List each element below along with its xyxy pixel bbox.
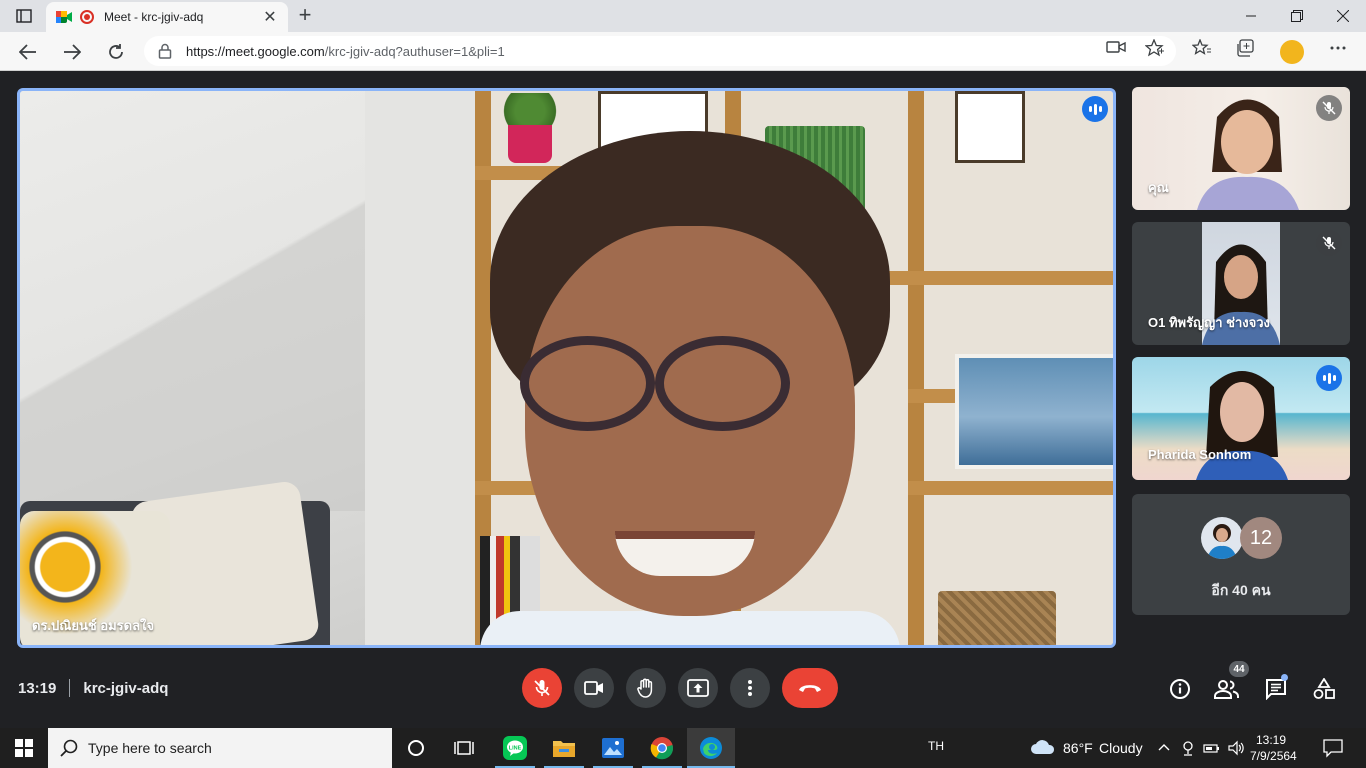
cortana-icon[interactable] <box>392 732 440 764</box>
others-tile[interactable]: 12 อีก 40 คน <box>1132 494 1350 615</box>
task-view-icon[interactable] <box>440 732 488 764</box>
meeting-details-button[interactable] <box>1167 676 1193 702</box>
people-icon <box>1214 680 1239 699</box>
photos-app-icon[interactable] <box>589 732 637 764</box>
participant-tile[interactable]: Pharida Sonhom <box>1132 357 1350 480</box>
address-bar: https://meet.google.com/krc-jgiv-adq?aut… <box>0 32 1366 71</box>
speaking-indicator-icon <box>1316 365 1342 391</box>
clock-time: 13:19 <box>1255 733 1287 747</box>
chevron-up-icon[interactable] <box>1157 740 1171 754</box>
tab-close-icon[interactable]: ✕ <box>262 7 278 27</box>
cloud-icon <box>1030 738 1056 756</box>
browser-tab[interactable]: Meet - krc-jgiv-adq ✕ <box>46 2 288 32</box>
hand-icon <box>637 678 653 698</box>
camera-in-use-icon[interactable] <box>1106 39 1126 57</box>
mic-off-icon <box>534 680 550 696</box>
weather-desc[interactable]: Cloudy <box>1099 740 1143 756</box>
more-options-button[interactable] <box>730 668 770 708</box>
activities-icon <box>1313 678 1335 699</box>
divider <box>69 679 71 697</box>
participant-tile-self[interactable]: คุณ <box>1132 87 1350 210</box>
meeting-info: 13:19 krc-jgiv-adq <box>18 679 168 697</box>
others-count-badge: 12 <box>1240 517 1282 559</box>
url-host: https://meet.google.com <box>186 43 325 59</box>
tab-title: Meet - krc-jgiv-adq <box>104 10 204 24</box>
raise-hand-button[interactable] <box>626 668 666 708</box>
svg-text:LINE: LINE <box>509 746 522 752</box>
webcam-icon[interactable] <box>1181 740 1195 756</box>
add-favorite-icon[interactable] <box>1144 38 1165 57</box>
forward-icon[interactable] <box>58 38 86 66</box>
info-icon <box>1170 679 1190 699</box>
speaking-indicator-icon <box>1082 96 1108 122</box>
search-icon <box>60 739 78 757</box>
collections-icon[interactable] <box>1236 39 1256 57</box>
activities-button[interactable] <box>1311 676 1337 702</box>
mic-off-icon <box>1316 230 1342 256</box>
file-explorer-icon[interactable] <box>540 732 588 764</box>
more-vert-icon <box>748 680 752 696</box>
restore-icon[interactable] <box>1274 0 1320 32</box>
main-speaker-tile[interactable]: ดร.ปณิยนช์ อมรดลใจ <box>17 88 1116 648</box>
main-speaker-name: ดร.ปณิยนช์ อมรดลใจ <box>32 618 155 633</box>
reload-icon[interactable] <box>102 38 130 66</box>
others-label: อีก 40 คน <box>1211 582 1271 598</box>
camera-icon <box>584 681 603 695</box>
notification-center-icon[interactable] <box>1322 738 1344 758</box>
meeting-code: krc-jgiv-adq <box>83 679 169 697</box>
chat-notification-dot <box>1281 674 1288 681</box>
people-button[interactable] <box>1214 676 1240 702</box>
people-count-badge: 44 <box>1229 661 1249 677</box>
participant-name: O1 ทิพรัญญา ช่างจวง <box>1148 315 1270 330</box>
windows-taskbar: Type here to search LINE TH 86°F Cloudy <box>0 728 1366 768</box>
windows-logo-icon <box>15 739 33 757</box>
new-tab-button[interactable]: + <box>294 4 316 26</box>
profile-avatar[interactable] <box>1280 40 1304 64</box>
chat-icon <box>1266 679 1286 700</box>
browser-tab-bar: Meet - krc-jgiv-adq ✕ + <box>0 0 1366 32</box>
start-button[interactable] <box>0 728 48 768</box>
battery-icon[interactable] <box>1203 740 1221 756</box>
volume-icon[interactable] <box>1228 740 1246 756</box>
meet-favicon-icon <box>56 10 72 24</box>
url-text: https://meet.google.com/krc-jgiv-adq?aut… <box>186 44 505 59</box>
participant-name: คุณ <box>1148 180 1169 195</box>
participant-tile[interactable]: O1 ทิพรัญญา ช่างจวง <box>1132 222 1350 345</box>
tab-actions-icon[interactable] <box>10 6 38 26</box>
search-placeholder: Type here to search <box>88 740 212 756</box>
url-path: /krc-jgiv-adq?authuser=1&pli=1 <box>324 43 505 59</box>
recording-icon <box>80 10 94 24</box>
line-app-icon[interactable]: LINE <box>491 732 539 764</box>
clock-date: 7/9/2564 <box>1250 749 1297 763</box>
input-language[interactable]: TH <box>928 739 944 753</box>
back-icon[interactable] <box>14 38 42 66</box>
present-icon <box>687 679 709 697</box>
edge-icon[interactable] <box>687 732 735 764</box>
meet-stage: ดร.ปณิยนช์ อมรดลใจ คุณ O1 ทิพรัญญา ช่างจ… <box>0 71 1366 728</box>
main-speaker-video <box>20 91 1113 645</box>
meeting-time: 13:19 <box>18 679 57 697</box>
taskbar-clock[interactable]: 13:19 7/9/2564 <box>1250 732 1297 764</box>
settings-more-icon[interactable] <box>1328 39 1348 57</box>
url-field[interactable]: https://meet.google.com/krc-jgiv-adq?aut… <box>144 36 1176 66</box>
phone-hangup-icon <box>799 685 821 692</box>
minimize-icon[interactable] <box>1228 0 1274 32</box>
leave-call-button[interactable] <box>782 668 838 708</box>
present-screen-button[interactable] <box>678 668 718 708</box>
weather-temp[interactable]: 86°F <box>1063 740 1093 756</box>
close-window-icon[interactable] <box>1320 0 1366 32</box>
mic-off-icon <box>1316 95 1342 121</box>
mic-toggle-button[interactable] <box>522 668 562 708</box>
favorites-icon[interactable] <box>1191 38 1212 57</box>
camera-toggle-button[interactable] <box>574 668 614 708</box>
taskbar-search-box[interactable]: Type here to search <box>48 728 392 768</box>
lock-icon <box>158 43 172 59</box>
participant-name: Pharida Sonhom <box>1148 447 1252 462</box>
participant-avatar <box>1201 517 1243 559</box>
chrome-icon[interactable] <box>638 732 686 764</box>
